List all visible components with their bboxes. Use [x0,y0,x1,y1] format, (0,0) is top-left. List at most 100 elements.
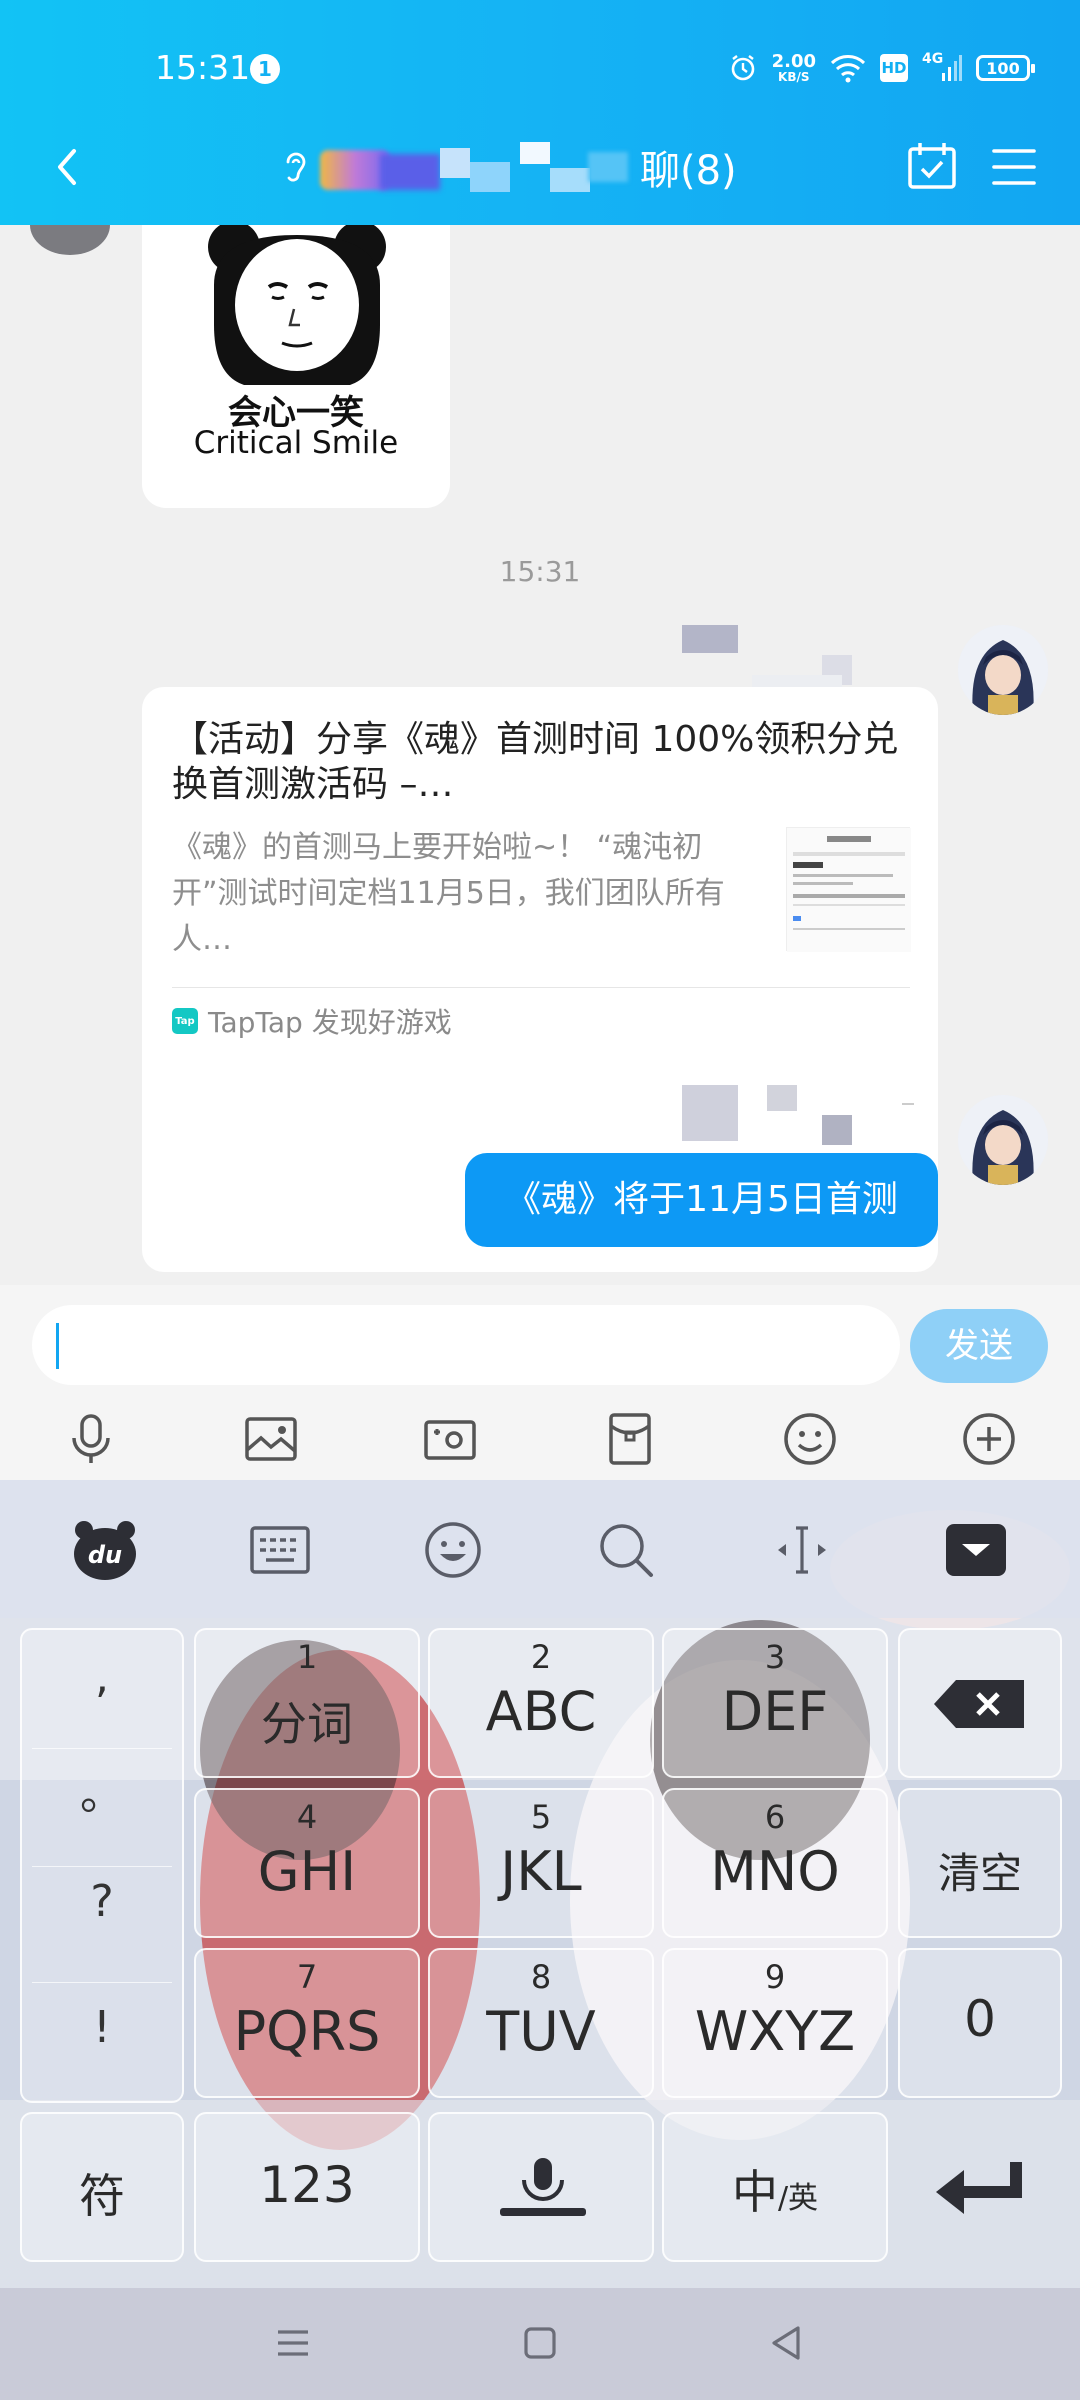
punct-key-period[interactable]: 。 [22,1758,182,1822]
key-2[interactable]: 2 ABC [428,1628,654,1778]
chat-title[interactable]: 聊(8) [280,139,737,195]
chevron-left-icon [58,149,76,185]
hamburger-menu-icon [992,149,1036,185]
image-icon[interactable] [242,1410,300,1468]
share-source-label: TapTap 发现好游戏 [208,1006,452,1039]
sticker-message[interactable]: 会心一笑 Critical Smile [142,225,450,508]
key-label: MNO [710,1840,840,1903]
punct-separator [32,1748,172,1749]
language-label: 中/英 [664,2156,886,2222]
key-label: TUV [486,2000,596,2063]
keyboard-toolbar: du [0,1480,1080,1618]
key-label: PQRS [233,2000,381,2063]
punct-separator [32,1866,172,1867]
recent-apps-button[interactable] [268,2318,318,2368]
battery-level: 100 [986,58,1020,78]
key-6[interactable]: 6 MNO [662,1788,888,1938]
avatar[interactable] [30,225,110,255]
keyboard-layout-icon[interactable] [248,1518,312,1582]
status-time: 15:31 [155,48,251,87]
anime-avatar-image [958,1095,1048,1185]
search-icon[interactable] [594,1518,658,1582]
camera-icon[interactable] [421,1410,479,1468]
key-number: 7 [296,1958,318,1996]
plus-icon[interactable] [960,1410,1018,1468]
punct-key-comma[interactable]: , [22,1652,182,1703]
emoji-icon[interactable] [781,1410,839,1468]
space-voice-key[interactable] [428,2112,654,2262]
key-label: 分词 [261,1697,353,1751]
battery-indicator: 100 [976,55,1035,81]
key-number: 5 [530,1798,552,1836]
back-nav-button[interactable] [762,2318,812,2368]
microphone-icon[interactable] [62,1410,120,1468]
key-4[interactable]: 4 GHI [194,1788,420,1938]
anime-avatar-image [958,625,1048,715]
signal-icon: 4G [922,51,962,83]
group-checkin-button[interactable] [904,139,960,195]
backspace-key[interactable] [898,1628,1062,1778]
send-button[interactable]: 发送 [910,1309,1048,1383]
clear-key[interactable]: 清空 [898,1788,1062,1938]
avatar[interactable] [958,1095,1048,1185]
triangle-back-icon [772,2326,800,2360]
punct-key-exclaim[interactable]: ! [22,2002,182,2053]
punctuation-column: , 。 ? ! [20,1628,184,2103]
status-icons: 2.00 KB/S HD 4G 100 [728,46,1035,90]
wifi-icon [830,53,866,83]
key-label: ABC [485,1680,597,1743]
back-button[interactable] [40,137,100,197]
avatar[interactable] [958,625,1048,715]
numeric-key[interactable]: 123 [194,2112,420,2262]
key-7[interactable]: 7 PQRS [194,1948,420,2098]
chevron-down-icon [946,1524,1006,1576]
message-input[interactable] [32,1305,900,1385]
nav-bar: 聊(8) [0,125,1080,209]
key-1[interactable]: 1 分词 [194,1628,420,1778]
backspace-icon [934,1680,1024,1728]
cursor-move-icon[interactable] [770,1518,834,1582]
input-bar: 发送 [0,1285,1080,1480]
emoji-icon[interactable] [421,1518,485,1582]
calendar-check-icon [908,143,956,189]
symbol-key[interactable]: 符 [20,2112,184,2262]
enter-key[interactable] [898,2112,1062,2262]
key-number: 1 [296,1638,318,1676]
share-card-thumbnail [786,827,911,952]
key-9[interactable]: 9 WXYZ [662,1948,888,2098]
home-button[interactable] [515,2318,565,2368]
key-number: 9 [764,1958,786,1996]
status-bar: 15:31 1 2.00 KB/S HD 4G 100 [0,40,1080,96]
key-label: GHI [257,1840,357,1903]
sticker-caption-en: Critical Smile [193,425,399,461]
key-5[interactable]: 5 JKL [428,1788,654,1938]
microphone-icon [500,2158,586,2216]
menu-button[interactable] [986,139,1042,195]
message-list[interactable]: 会心一笑 Critical Smile 15:31 【活动】分享《魂》首测时间 … [0,225,1080,1285]
punct-key-question[interactable]: ? [22,1876,182,1927]
red-envelope-icon[interactable] [601,1410,659,1468]
baidu-logo-icon[interactable]: du [72,1518,136,1582]
text-cursor [56,1323,59,1369]
group-member-count: 聊(8) [640,148,737,194]
ime-keyboard: du , 。 ? ! 1 分词 2 ABC 3 DEF 4 GHI 5 JKL … [0,1480,1080,2288]
hd-icon: HD [880,54,908,82]
net-speed-value: 2.00 [771,51,816,72]
key-number: 8 [530,1958,552,1996]
language-switch-key[interactable]: 中/英 [662,2112,888,2262]
my-text-message[interactable]: 《魂》将于11月5日首测 [465,1153,938,1247]
square-icon [524,2327,556,2359]
enter-icon [936,2162,1022,2214]
punct-separator [32,1982,172,1983]
key-3[interactable]: 3 DEF [662,1628,888,1778]
lang-main: 中 [731,2165,778,2219]
numeric-label: 123 [259,2156,355,2214]
key-8[interactable]: 8 TUV [428,1948,654,2098]
key-number: 3 [764,1638,786,1676]
notification-badge: 1 [250,54,280,84]
zero-key[interactable]: 0 [898,1948,1062,2098]
key-number: 4 [296,1798,318,1836]
hide-keyboard-button[interactable] [944,1518,1008,1582]
key-label: WXYZ [694,2000,856,2063]
share-card-divider [172,987,910,988]
